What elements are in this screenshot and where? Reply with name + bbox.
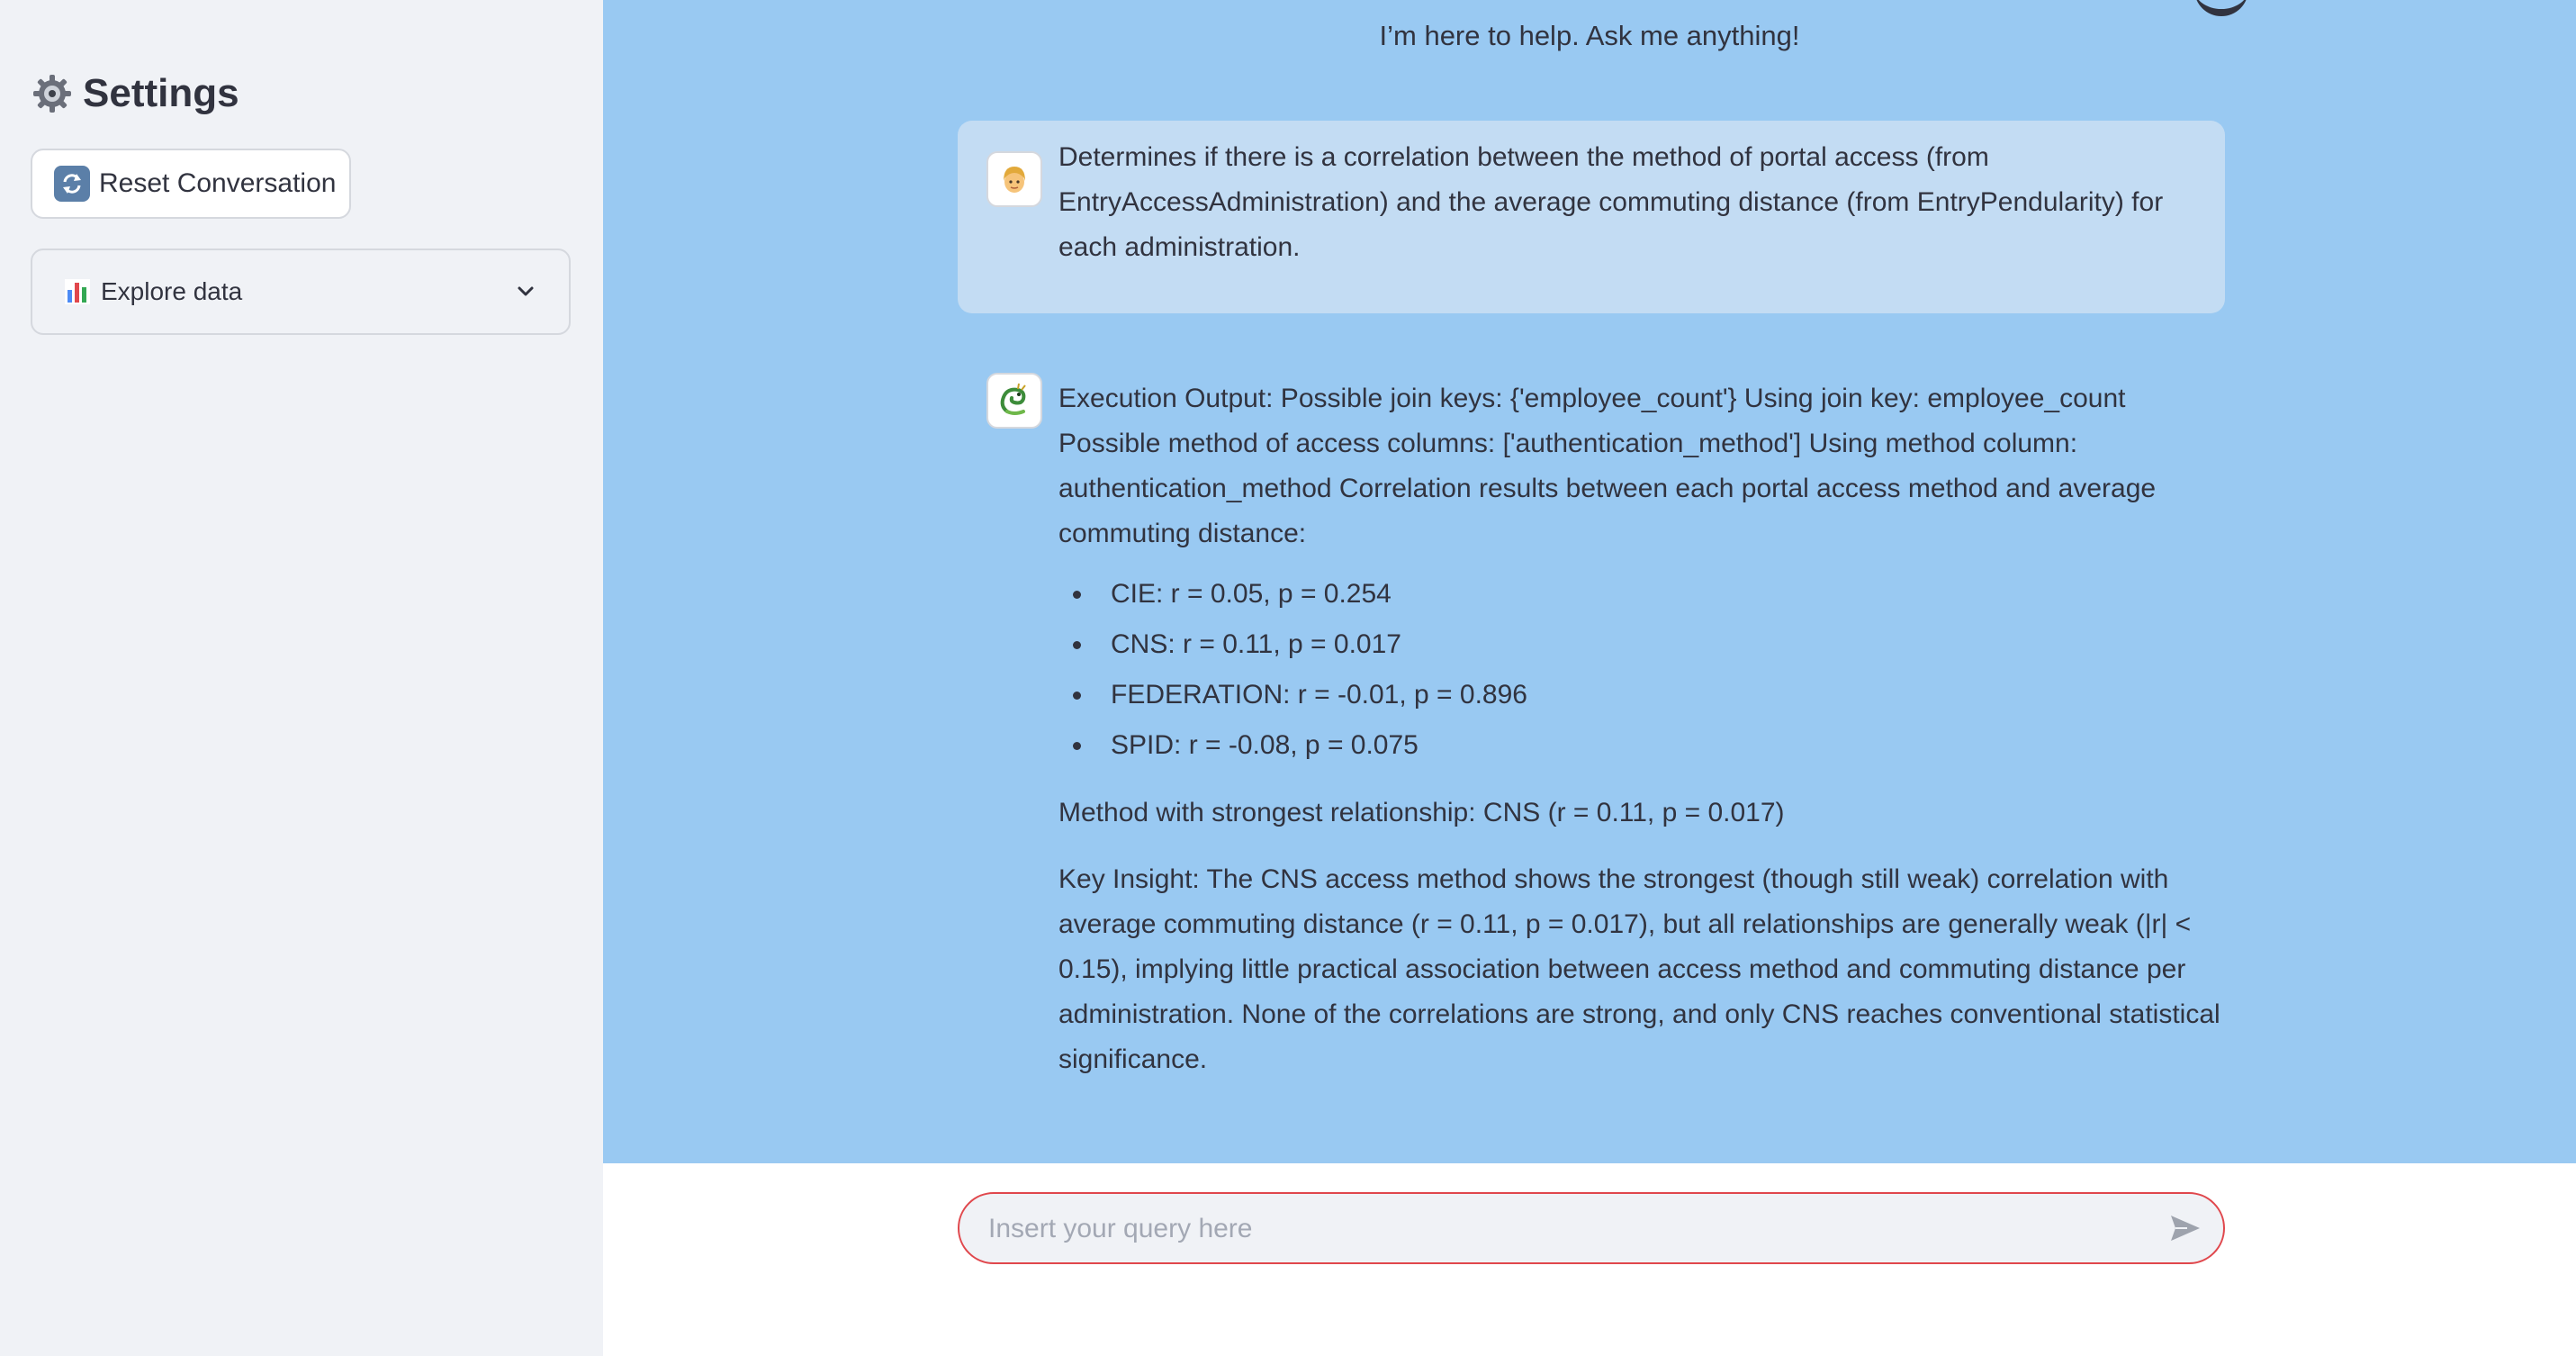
list-item: SPID: r = -0.08, p = 0.075	[1058, 720, 2225, 771]
reset-conversation-button[interactable]: Reset Conversation	[31, 149, 351, 219]
send-icon[interactable]	[2167, 1210, 2203, 1246]
bar-chart-icon	[63, 277, 92, 306]
reset-conversation-label: Reset Conversation	[99, 168, 337, 198]
user-message-text: Determines if there is a correlation bet…	[1058, 142, 2164, 262]
list-item: CNS: r = 0.11, p = 0.017	[1058, 619, 2225, 670]
query-input[interactable]	[986, 1194, 2142, 1264]
page-subtitle: I’m here to help. Ask me anything!	[1379, 20, 1800, 51]
correlation-results-list: CIE: r = 0.05, p = 0.254 CNS: r = 0.11, …	[1058, 569, 2225, 771]
assistant-message: Execution Output: Possible join keys: {'…	[958, 367, 2225, 1082]
list-item: FEDERATION: r = -0.01, p = 0.896	[1058, 670, 2225, 720]
sidebar-title: Settings	[31, 67, 239, 121]
list-item: CIE: r = 0.05, p = 0.254	[1058, 569, 2225, 619]
assistant-intro-text: Execution Output: Possible join keys: {'…	[1058, 384, 2157, 548]
page-title-fragment	[2194, 0, 2248, 16]
key-insight-text: Key Insight: The CNS access method shows…	[1058, 864, 2220, 1074]
explore-data-expander[interactable]: Explore data	[31, 249, 571, 335]
explore-data-label: Explore data	[101, 277, 243, 305]
dragon-avatar-icon	[986, 373, 1042, 429]
user-message: Determines if there is a correlation bet…	[958, 121, 2225, 313]
strongest-method-text: Method with strongest relationship: CNS …	[1058, 798, 1785, 827]
chevron-down-icon	[513, 279, 538, 304]
refresh-icon	[54, 166, 90, 202]
user-avatar-icon	[986, 151, 1042, 207]
gear-icon	[31, 72, 74, 115]
sidebar: Settings Reset Conversation Explore data	[0, 0, 603, 1356]
chat-input-container	[958, 1192, 2225, 1264]
sidebar-title-text: Settings	[83, 71, 239, 115]
